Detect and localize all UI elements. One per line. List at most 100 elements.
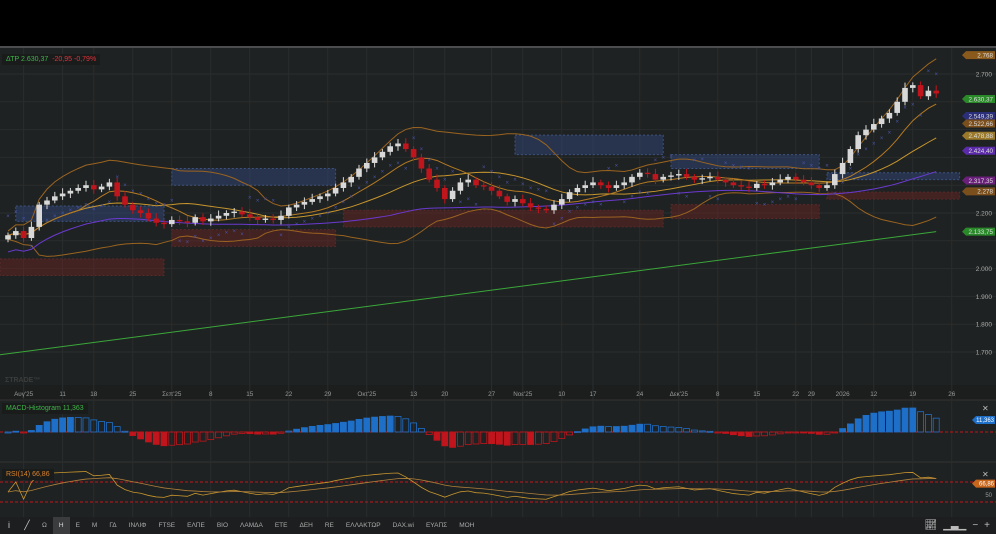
sar-marker: × — [14, 210, 18, 216]
sar-marker: × — [880, 136, 884, 142]
candle-body — [83, 185, 89, 188]
close-rsi-pane-icon[interactable]: ✕ — [982, 470, 989, 479]
date-tick-label: 15 — [753, 391, 761, 398]
sar-marker: × — [427, 158, 431, 164]
sar-marker: × — [583, 203, 587, 209]
date-tick-label: 29 — [808, 391, 816, 398]
zoom-out-button[interactable]: − — [972, 517, 978, 534]
date-tick-label: Σεπ'25 — [162, 391, 182, 398]
candle-body — [52, 196, 58, 201]
toolbar-symbol-8[interactable]: ΒΙΟ — [211, 517, 234, 534]
macd-bar — [152, 431, 160, 445]
sar-marker: × — [638, 190, 642, 196]
sar-marker: × — [381, 169, 385, 175]
chart-type-icon[interactable]: 📈︎ — [925, 517, 938, 534]
candle-body — [691, 176, 698, 180]
candle-body — [738, 185, 744, 187]
macd-bar — [339, 421, 347, 433]
date-tick-label: 10 — [558, 391, 566, 398]
toolbar-symbol-4[interactable]: ΓΔ — [103, 517, 122, 534]
candle-body — [668, 175, 674, 177]
chart-canvas[interactable]: × × × × × × × × × × × × × × × × × × × × × × × × × × × × × × × × × × × × × × × ×… — [0, 48, 996, 517]
sar-marker: × — [521, 182, 525, 188]
sar-marker: × — [677, 192, 681, 198]
macd-bar — [371, 416, 379, 433]
candle-body — [309, 199, 315, 202]
sar-marker: × — [560, 217, 564, 223]
price-badge-label: 2.630,37 — [968, 96, 993, 103]
candle-body — [98, 186, 105, 190]
date-tick-label: 11 — [59, 391, 66, 398]
macd-bar — [316, 424, 324, 433]
toolbar-symbol-6[interactable]: FTSE — [153, 517, 182, 534]
sar-marker: × — [817, 167, 821, 173]
toolbar-symbol-16[interactable]: ΜΟΗ — [453, 517, 480, 534]
toolbar-symbol-11[interactable]: ΔΕΗ — [293, 517, 318, 534]
toolbar-symbol-3[interactable]: Μ — [86, 517, 103, 534]
price-change: -20,95 — [52, 56, 73, 63]
close-macd-pane-icon[interactable]: ✕ — [982, 404, 989, 413]
price-legend: ΔΤΡ 2.630,37 -20,95 -0,79% — [2, 54, 101, 65]
sar-marker: × — [763, 203, 767, 209]
sar-marker: × — [459, 200, 463, 206]
toolbar-symbol-7[interactable]: ΕΛΠΕ — [181, 517, 211, 534]
rsi-value-badge: 66,86 — [972, 479, 995, 488]
candle-body — [551, 204, 557, 211]
candle-body — [761, 183, 768, 186]
candle — [847, 146, 854, 166]
draw-line-icon[interactable]: ╱ — [18, 517, 36, 534]
sar-marker: × — [529, 186, 533, 192]
candle-body — [605, 185, 612, 188]
sar-marker: × — [53, 214, 57, 220]
toolbar-symbol-10[interactable]: ΕΤΕ — [269, 517, 294, 534]
macd-bar — [613, 426, 620, 433]
toolbar-symbol-13[interactable]: ΕΛΛΑΚΤΩΡ — [340, 517, 387, 534]
toolbar-symbol-0[interactable]: Ω — [36, 517, 53, 534]
macd-bar — [839, 428, 846, 433]
candle-body — [418, 157, 425, 169]
price-badge: 2.522,66 — [962, 119, 995, 128]
candle-body — [340, 182, 347, 188]
sar-marker: × — [357, 186, 361, 192]
sar-marker: × — [373, 175, 377, 181]
candle-body — [481, 185, 487, 187]
indicators-icon[interactable]: ▁▃▁ — [943, 517, 966, 534]
date-tick-label: 18 — [90, 391, 98, 398]
info-icon[interactable]: i — [0, 517, 18, 534]
sar-marker: × — [849, 167, 853, 173]
sar-marker: × — [388, 164, 392, 170]
macd-badge-label: 11,363 — [976, 418, 995, 424]
candle-body — [13, 231, 19, 236]
candle-body — [239, 211, 245, 215]
sar-marker: × — [607, 167, 611, 173]
toolbar-symbol-15[interactable]: ΕΥΑΠΣ — [420, 517, 453, 534]
macd-bar — [59, 417, 66, 433]
candle-body — [886, 112, 893, 119]
toolbar-symbol-5[interactable]: ΙΝΛΙΦ — [123, 517, 153, 534]
macd-bar — [886, 410, 893, 433]
price-badge-label: 2.522,66 — [968, 121, 993, 128]
macd-bar — [269, 431, 277, 435]
macd-bar — [51, 418, 59, 433]
macd-bar — [901, 407, 909, 433]
toolbar-symbol-1[interactable]: Η — [52, 517, 70, 534]
candle-body — [426, 168, 432, 180]
sar-marker: × — [786, 194, 790, 200]
macd-bar — [581, 428, 589, 433]
candle-body — [449, 190, 456, 200]
sar-marker: × — [732, 164, 736, 170]
sar-marker: × — [724, 161, 728, 167]
candle-body — [871, 124, 877, 130]
candle-body — [231, 211, 237, 213]
toolbar-symbol-2[interactable]: Ε — [70, 517, 86, 534]
toolbar-symbol-9[interactable]: ΛΑΜΔΑ — [234, 517, 269, 534]
price-tick-label: 1.800 — [976, 322, 993, 329]
macd-label: MACD-Histogram — [6, 405, 61, 412]
candle-body — [403, 143, 409, 150]
toolbar-symbol-14[interactable]: DAX.wi — [387, 517, 420, 534]
zoom-in-button[interactable]: + — [984, 517, 990, 534]
macd-bar — [355, 418, 363, 433]
toolbar-symbol-12[interactable]: RE — [319, 517, 340, 534]
candle-body — [808, 182, 815, 186]
candle-body — [785, 176, 791, 180]
